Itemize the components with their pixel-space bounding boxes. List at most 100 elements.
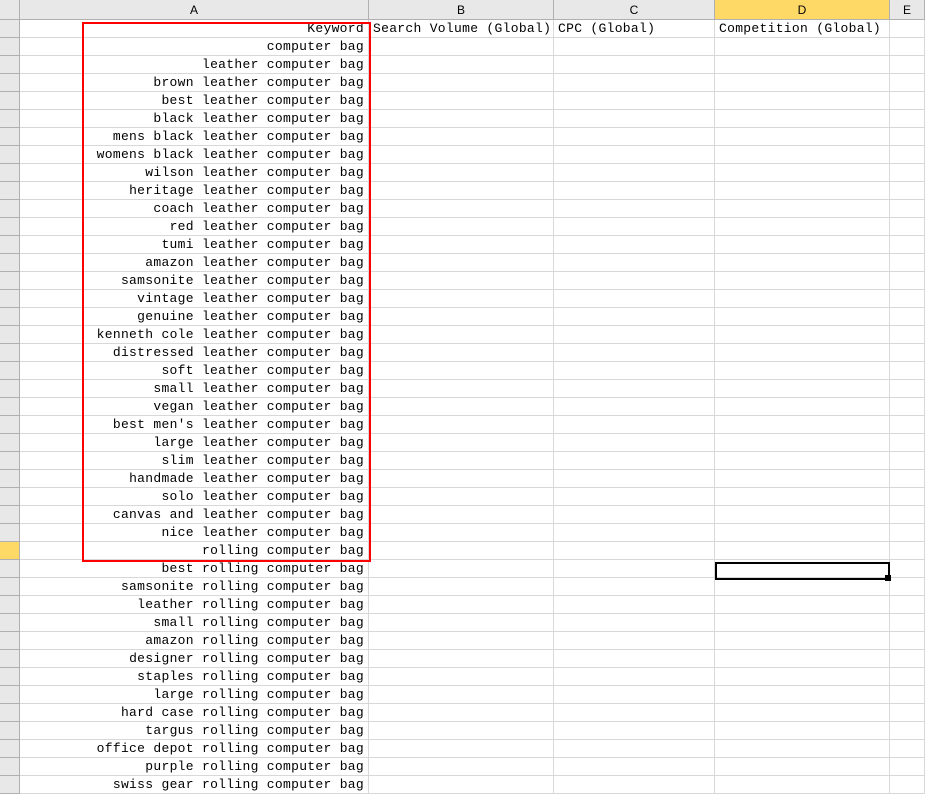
cell[interactable] <box>890 254 925 272</box>
cell[interactable] <box>369 704 554 722</box>
cell[interactable]: staples rolling computer bag <box>20 668 369 686</box>
cell[interactable]: solo leather computer bag <box>20 488 369 506</box>
row-header[interactable] <box>0 92 20 110</box>
cell[interactable]: Search Volume (Global) <box>369 20 554 38</box>
cell[interactable] <box>890 578 925 596</box>
cell[interactable] <box>715 758 890 776</box>
cell[interactable] <box>554 452 715 470</box>
cell[interactable] <box>369 92 554 110</box>
row-header[interactable] <box>0 650 20 668</box>
cell[interactable] <box>369 452 554 470</box>
cell[interactable] <box>890 470 925 488</box>
row-header[interactable] <box>0 506 20 524</box>
row-header[interactable] <box>0 326 20 344</box>
cell[interactable] <box>890 434 925 452</box>
cell[interactable] <box>890 182 925 200</box>
row-header[interactable] <box>0 20 20 38</box>
cell-grid[interactable]: KeywordSearch Volume (Global)CPC (Global… <box>20 20 925 794</box>
row-header[interactable] <box>0 542 20 560</box>
row-header[interactable] <box>0 182 20 200</box>
column-header-c[interactable]: C <box>554 0 715 20</box>
cell[interactable] <box>554 236 715 254</box>
cell[interactable] <box>369 200 554 218</box>
cell[interactable] <box>369 416 554 434</box>
cell[interactable]: mens black leather computer bag <box>20 128 369 146</box>
cell[interactable] <box>369 524 554 542</box>
cell[interactable]: coach leather computer bag <box>20 200 369 218</box>
row-header[interactable] <box>0 776 20 794</box>
cell[interactable] <box>554 200 715 218</box>
cell[interactable] <box>890 218 925 236</box>
cell[interactable]: targus rolling computer bag <box>20 722 369 740</box>
row-header[interactable] <box>0 56 20 74</box>
row-header[interactable] <box>0 524 20 542</box>
cell[interactable]: CPC (Global) <box>554 20 715 38</box>
cell[interactable] <box>554 254 715 272</box>
cell[interactable] <box>890 308 925 326</box>
row-header[interactable] <box>0 740 20 758</box>
cell[interactable] <box>890 488 925 506</box>
cell[interactable] <box>715 38 890 56</box>
cell[interactable] <box>890 686 925 704</box>
cell[interactable] <box>369 740 554 758</box>
cell[interactable]: best men's leather computer bag <box>20 416 369 434</box>
cell[interactable] <box>890 344 925 362</box>
cell[interactable] <box>890 146 925 164</box>
cell[interactable] <box>554 416 715 434</box>
cell[interactable] <box>890 362 925 380</box>
cell[interactable] <box>715 470 890 488</box>
cell[interactable] <box>554 146 715 164</box>
cell[interactable] <box>890 326 925 344</box>
cell[interactable] <box>890 776 925 794</box>
cell[interactable] <box>715 290 890 308</box>
cell[interactable] <box>369 56 554 74</box>
cell[interactable] <box>554 182 715 200</box>
cell[interactable] <box>554 740 715 758</box>
row-header[interactable] <box>0 722 20 740</box>
cell[interactable] <box>715 380 890 398</box>
row-header[interactable] <box>0 452 20 470</box>
cell[interactable] <box>715 254 890 272</box>
cell[interactable] <box>554 722 715 740</box>
cell[interactable] <box>715 668 890 686</box>
cell[interactable] <box>715 56 890 74</box>
cell[interactable] <box>890 74 925 92</box>
cell[interactable] <box>554 326 715 344</box>
cell[interactable] <box>369 128 554 146</box>
cell[interactable]: leather rolling computer bag <box>20 596 369 614</box>
cell[interactable]: best leather computer bag <box>20 92 369 110</box>
cell[interactable] <box>715 218 890 236</box>
row-header[interactable] <box>0 272 20 290</box>
cell[interactable]: office depot rolling computer bag <box>20 740 369 758</box>
cell[interactable] <box>890 740 925 758</box>
cell[interactable] <box>715 506 890 524</box>
cell[interactable]: large leather computer bag <box>20 434 369 452</box>
cell[interactable] <box>369 308 554 326</box>
cell[interactable] <box>890 20 925 38</box>
row-header[interactable] <box>0 200 20 218</box>
cell[interactable] <box>715 632 890 650</box>
cell[interactable] <box>554 362 715 380</box>
cell[interactable] <box>554 398 715 416</box>
cell[interactable]: samsonite leather computer bag <box>20 272 369 290</box>
cell[interactable] <box>890 56 925 74</box>
cell[interactable] <box>715 74 890 92</box>
cell[interactable] <box>369 542 554 560</box>
cell[interactable] <box>890 110 925 128</box>
cell[interactable] <box>890 398 925 416</box>
cell[interactable]: purple rolling computer bag <box>20 758 369 776</box>
row-header[interactable] <box>0 632 20 650</box>
cell[interactable] <box>715 164 890 182</box>
cell[interactable]: Competition (Global) <box>715 20 890 38</box>
cell[interactable] <box>715 146 890 164</box>
cell[interactable] <box>890 290 925 308</box>
cell[interactable] <box>715 488 890 506</box>
cell[interactable]: heritage leather computer bag <box>20 182 369 200</box>
cell[interactable] <box>369 434 554 452</box>
column-header-e[interactable]: E <box>890 0 925 20</box>
cell[interactable]: vintage leather computer bag <box>20 290 369 308</box>
row-header[interactable] <box>0 254 20 272</box>
cell[interactable] <box>890 668 925 686</box>
row-header[interactable] <box>0 380 20 398</box>
cell[interactable] <box>890 758 925 776</box>
